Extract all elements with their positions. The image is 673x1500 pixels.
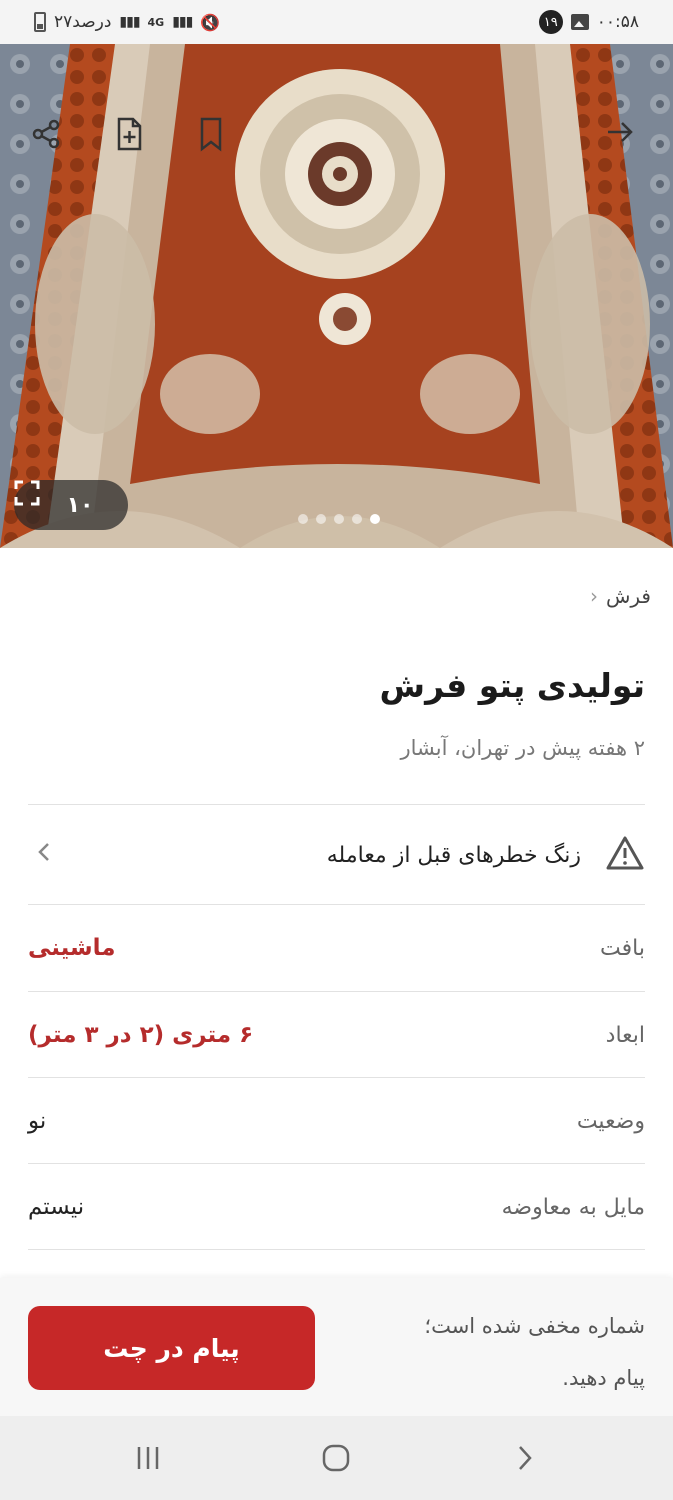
pagination-dot	[352, 514, 362, 524]
mute-icon: 🔇	[200, 12, 221, 32]
hidden-note-line2: پیام دهید.	[562, 1366, 645, 1390]
attribute-label: بافت	[600, 935, 645, 961]
chevron-left-icon	[36, 840, 52, 871]
bookmark-icon[interactable]	[196, 116, 240, 160]
listing-subtitle: ۲ هفته پیش در تهران، آبشار	[400, 736, 646, 760]
warning-text: زنگ خطرهای قبل از معامله	[326, 842, 581, 868]
hidden-note-line1: شماره مخفی شده است؛	[424, 1314, 645, 1338]
network-type: 4G	[147, 15, 165, 29]
home-icon[interactable]	[314, 1438, 358, 1478]
chevron-left-icon: ‹	[589, 584, 598, 608]
hidden-number-note: شماره مخفی شده است؛ پیام دهید.	[345, 1300, 645, 1404]
back-arrow-icon[interactable]	[604, 116, 648, 160]
add-note-icon[interactable]	[112, 116, 156, 160]
rug-illustration	[0, 44, 673, 548]
pagination-dot	[298, 514, 308, 524]
attribute-value: ماشینی	[28, 935, 116, 961]
attribute-row-weave: بافت ماشینی	[28, 905, 645, 991]
back-icon[interactable]	[502, 1438, 546, 1478]
image-counter-button[interactable]: ۱۰	[14, 480, 128, 530]
attribute-label: ابعاد	[605, 1022, 645, 1048]
warning-icon	[605, 835, 645, 875]
listing-title: تولیدی پتو فرش	[379, 666, 645, 705]
status-right: ۱۹ ۰۰:۵۸	[538, 10, 639, 34]
pagination-dot	[316, 514, 326, 524]
divider	[28, 804, 645, 805]
status-bar: ۲۷درصد ▮▮▮ 4G ▮▮▮ 🔇 ۱۹ ۰۰:۵۸	[0, 0, 673, 44]
attribute-label: وضعیت	[576, 1108, 645, 1134]
pagination-dot-active	[370, 514, 380, 524]
status-left: ۲۷درصد ▮▮▮ 4G ▮▮▮ 🔇	[34, 12, 220, 32]
safety-warning-row[interactable]: زنگ خطرهای قبل از معامله	[28, 806, 645, 904]
image-count: ۱۰	[66, 492, 94, 518]
pagination-dot	[334, 514, 344, 524]
listing-image[interactable]: ۱۰	[0, 44, 673, 548]
attribute-row-dimensions: ابعاد ۶ متری (۲ در ۳ متر)	[28, 992, 645, 1078]
attribute-value: نو	[28, 1108, 47, 1134]
attribute-row-condition: وضعیت نو	[28, 1078, 645, 1164]
notification-badge: ۱۹	[538, 10, 563, 34]
contact-bar: پیام در چت شماره مخفی شده است؛ پیام دهید…	[0, 1278, 673, 1416]
gallery-pagination	[298, 514, 380, 524]
share-icon[interactable]	[28, 116, 72, 160]
clock: ۰۰:۵۸	[596, 12, 639, 32]
recent-apps-icon[interactable]	[126, 1438, 170, 1478]
breadcrumb[interactable]: فرش ‹	[590, 584, 651, 608]
battery-text: ۲۷درصد	[54, 12, 112, 32]
breadcrumb-category[interactable]: فرش	[606, 584, 651, 608]
gallery-notification-icon	[570, 14, 589, 30]
battery-icon	[34, 12, 46, 32]
attribute-value: ۶ متری (۲ در ۳ متر)	[28, 1022, 254, 1048]
signal-icon-2: ▮▮▮	[172, 14, 193, 30]
attribute-row-exchange: مایل به معاوضه نیستم	[28, 1164, 645, 1250]
system-navigation-bar	[0, 1416, 673, 1500]
divider	[28, 1249, 645, 1250]
attribute-label: مایل به معاوضه	[501, 1194, 645, 1220]
chat-message-button[interactable]: پیام در چت	[28, 1306, 315, 1390]
attribute-value: نیستم	[28, 1194, 85, 1220]
signal-icon: ▮▮▮	[119, 14, 140, 30]
